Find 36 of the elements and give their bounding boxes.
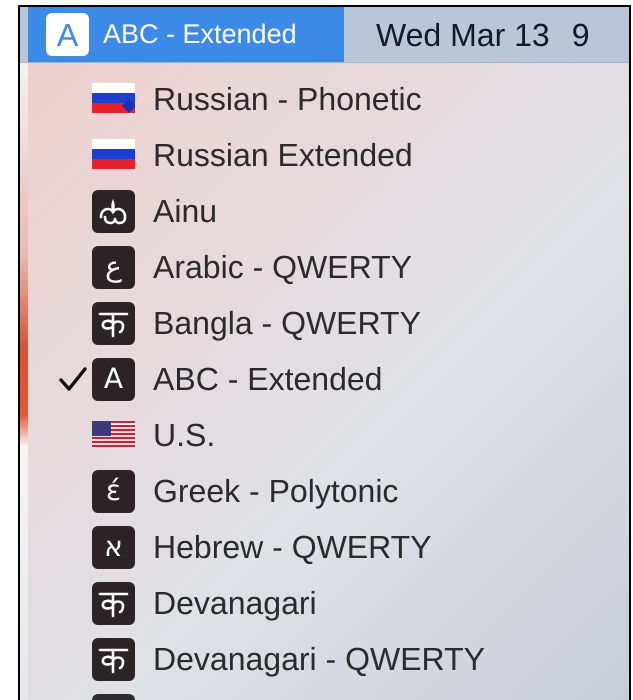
menu-item-label: Devanagari - QWERTY [153,640,485,679]
letter-a-icon: A [46,13,89,56]
menu-item[interactable]: έ Greek - Polytonic [28,463,629,519]
menu-item[interactable]: Devanagari [28,575,629,631]
menu-bar-date: Wed Mar 13 [376,16,550,54]
menu-item-label: Bangla - QWERTY [153,304,421,343]
menu-item-label: ABC - Extended [153,360,382,399]
menu-item-label: Russian - Phonetic [153,80,422,119]
russia-flag-icon [92,139,135,171]
script-letter-icon [92,582,135,624]
script-letter-icon [92,302,135,344]
menu-item-label: Greek - Polytonic [153,472,398,511]
keyboard-letter-icon: έ [92,470,135,512]
keyboard-letter-icon: A [92,358,135,400]
menu-item[interactable]: Bangla - QWERTY [28,295,629,351]
menu-item-label: Hebrew - QWERTY [153,528,432,567]
menu-item-label: Ainu [153,192,218,231]
menu-bar-time: 9 [572,16,590,54]
menu-item[interactable]: A ABC - Extended [28,351,629,407]
menu-item[interactable]: U.S. [28,407,629,463]
menu-item[interactable]: Ainu [28,183,629,239]
menu-item[interactable]: Devanagari - QWERTY [28,631,629,687]
script-letter-icon [92,638,135,680]
menu-item-label: Russian Extended [153,136,413,175]
menu-item-label: Arabic - QWERTY [153,248,412,287]
input-source-menu[interactable]: A ABC - Extended [28,7,344,62]
menu-item[interactable]: Russian Extended [28,127,629,183]
menu-item-label: Devanagari [153,584,317,623]
russia-flag-diamond-icon [92,83,135,115]
checkmark-icon [58,366,88,392]
ornament-icon [92,190,135,232]
us-flag-icon [92,421,135,449]
keyboard-letter-icon: א [92,526,135,568]
menu-item-label: U.S. [153,416,216,455]
keyboard-letter-icon: ع [92,246,135,288]
menu-item[interactable]: Russian - Phonetic [28,71,629,127]
